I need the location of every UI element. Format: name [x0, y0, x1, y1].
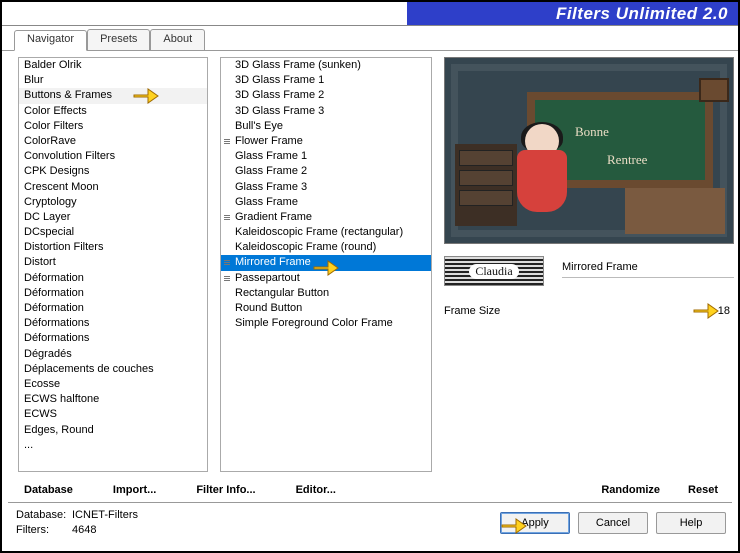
girl	[515, 124, 569, 232]
filter-item[interactable]: Glass Frame 2	[221, 164, 431, 179]
tab-about[interactable]: About	[150, 29, 205, 50]
desk	[625, 188, 725, 234]
filter-item[interactable]: Passepartout	[221, 271, 431, 286]
param-value[interactable]: 18	[706, 305, 730, 317]
apply-button[interactable]: Apply	[500, 512, 570, 534]
tab-presets[interactable]: Presets	[87, 29, 150, 50]
status-bar: Database: ICNET-Filters Filters: 4648	[16, 508, 138, 538]
category-item[interactable]: Ecosse	[19, 377, 207, 392]
filter-item[interactable]: 3D Glass Frame (sunken)	[221, 58, 431, 73]
category-list[interactable]: Balder OlrikBlurButtons & FramesColor Ef…	[18, 57, 208, 472]
category-item[interactable]: Buttons & Frames	[19, 88, 207, 103]
filter-item[interactable]: Bull's Eye	[221, 119, 431, 134]
filter-item[interactable]: Rectangular Button	[221, 286, 431, 301]
category-item[interactable]: Color Filters	[19, 119, 207, 134]
reset-button[interactable]: Reset	[688, 484, 718, 496]
tab-strip: Navigator Presets About	[2, 29, 738, 51]
separator	[8, 502, 732, 503]
param-label: Frame Size	[444, 305, 706, 317]
filter-item[interactable]: 3D Glass Frame 2	[221, 88, 431, 103]
category-item[interactable]: ECWS	[19, 407, 207, 422]
category-item[interactable]: Distort	[19, 255, 207, 270]
filter-item[interactable]: 3D Glass Frame 1	[221, 73, 431, 88]
randomize-button[interactable]: Randomize	[601, 484, 660, 496]
category-item[interactable]: Déformations	[19, 331, 207, 346]
status-db-key: Database:	[16, 508, 72, 523]
category-item[interactable]: Distortion Filters	[19, 240, 207, 255]
category-item[interactable]: Cryptology	[19, 195, 207, 210]
category-item[interactable]: DC Layer	[19, 210, 207, 225]
title-bar: Filters Unlimited 2.0	[2, 2, 738, 26]
chalk-text-1: Bonne	[575, 124, 609, 140]
import-button[interactable]: Import...	[113, 484, 156, 496]
filter-item[interactable]: Round Button	[221, 301, 431, 316]
filter-item[interactable]: Flower Frame	[221, 134, 431, 149]
filter-info-button[interactable]: Filter Info...	[196, 484, 255, 496]
filter-item[interactable]: Simple Foreground Color Frame	[221, 316, 431, 331]
action-buttons: Apply Cancel Help	[500, 512, 726, 534]
category-item[interactable]: ...	[19, 438, 207, 453]
filter-item[interactable]: Glass Frame 3	[221, 180, 431, 195]
dresser	[455, 144, 517, 226]
filter-item[interactable]: Glass Frame 1	[221, 149, 431, 164]
filter-list[interactable]: 3D Glass Frame (sunken)3D Glass Frame 13…	[220, 57, 432, 472]
category-item[interactable]: Balder Olrik	[19, 58, 207, 73]
category-item[interactable]: Déformations	[19, 316, 207, 331]
category-item[interactable]: CPK Designs	[19, 164, 207, 179]
category-item[interactable]: Crescent Moon	[19, 180, 207, 195]
editor-button[interactable]: Editor...	[296, 484, 336, 496]
status-filters-value: 4648	[72, 523, 96, 538]
watermark-text: Claudia	[469, 264, 518, 279]
watermark-stamp: Claudia	[444, 256, 544, 286]
status-filters-key: Filters:	[16, 523, 72, 538]
wall-frame	[699, 78, 729, 102]
status-db-value: ICNET-Filters	[72, 508, 138, 523]
category-item[interactable]: Blur	[19, 73, 207, 88]
preview-image: Bonne Rentree	[444, 57, 734, 244]
category-item[interactable]: Déformation	[19, 301, 207, 316]
filter-item[interactable]: Kaleidoscopic Frame (round)	[221, 240, 431, 255]
app-title: Filters Unlimited 2.0	[556, 4, 728, 24]
filter-item[interactable]: Kaleidoscopic Frame (rectangular)	[221, 225, 431, 240]
database-button[interactable]: Database	[24, 484, 73, 496]
category-item[interactable]: Edges, Round	[19, 423, 207, 438]
category-item[interactable]: DCspecial	[19, 225, 207, 240]
param-frame-size: Frame Size 18	[444, 305, 730, 317]
category-item[interactable]: Convolution Filters	[19, 149, 207, 164]
category-item[interactable]: Déformation	[19, 271, 207, 286]
filter-item[interactable]: Mirrored Frame	[221, 255, 431, 270]
link-button-row: Database Import... Filter Info... Editor…	[2, 479, 738, 501]
filter-item[interactable]: Gradient Frame	[221, 210, 431, 225]
tab-navigator[interactable]: Navigator	[14, 30, 87, 51]
selected-filter-name: Mirrored Frame	[562, 261, 734, 278]
filter-item[interactable]: Glass Frame	[221, 195, 431, 210]
category-item[interactable]: Dégradés	[19, 347, 207, 362]
chalk-text-2: Rentree	[607, 152, 647, 168]
category-item[interactable]: Déformation	[19, 286, 207, 301]
category-item[interactable]: ECWS halftone	[19, 392, 207, 407]
category-item[interactable]: ColorRave	[19, 134, 207, 149]
cancel-button[interactable]: Cancel	[578, 512, 648, 534]
navigator-body: Balder OlrikBlurButtons & FramesColor Ef…	[2, 51, 738, 501]
category-item[interactable]: Color Effects	[19, 104, 207, 119]
filter-item[interactable]: 3D Glass Frame 3	[221, 104, 431, 119]
help-button[interactable]: Help	[656, 512, 726, 534]
category-item[interactable]: Déplacements de couches	[19, 362, 207, 377]
